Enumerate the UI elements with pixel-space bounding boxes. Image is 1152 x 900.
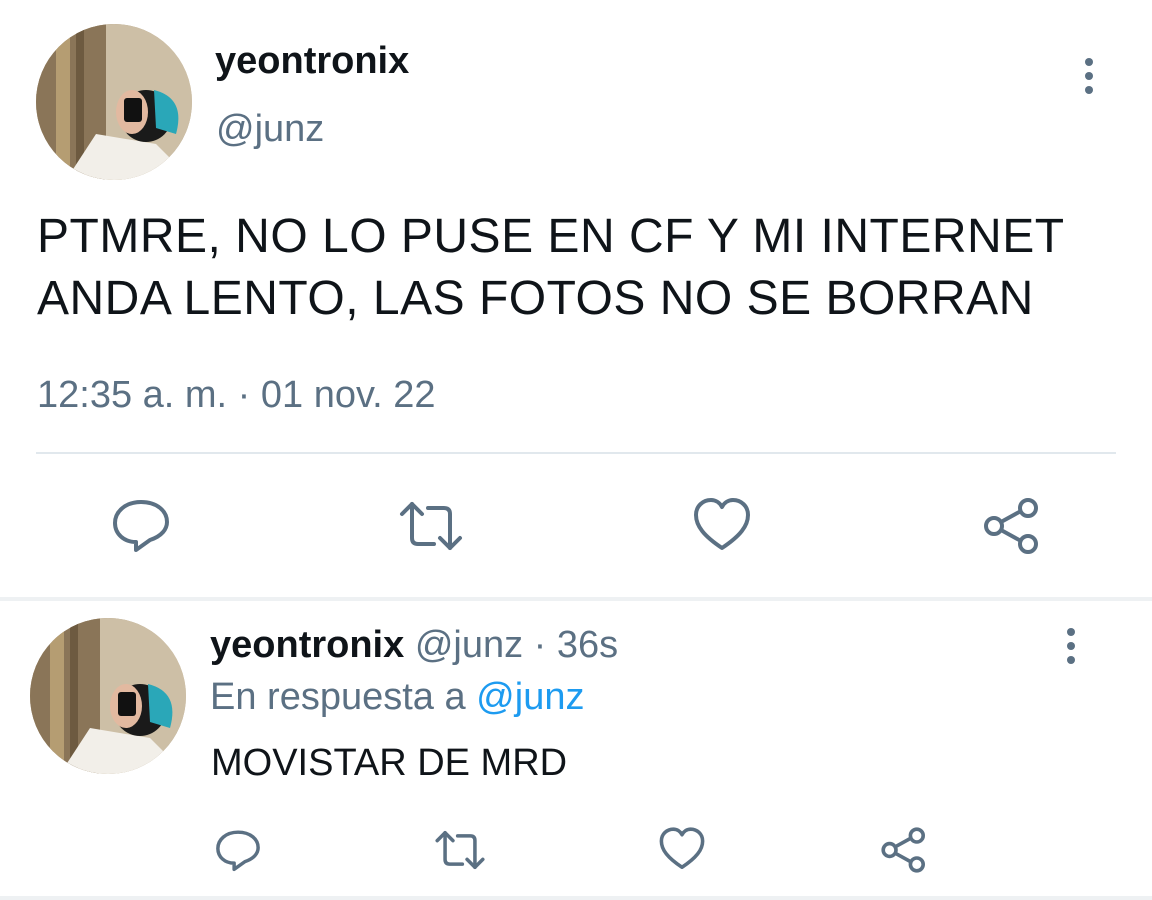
reply-heart-icon[interactable] — [658, 826, 706, 872]
tweet-text-line-1: PTMRE, NO LO PUSE EN CF Y MI INTERNET — [37, 210, 1065, 263]
retweet-icon[interactable] — [398, 498, 464, 554]
reply-display-name[interactable]: yeontronix — [210, 624, 404, 666]
more-options-icon[interactable] — [1084, 58, 1094, 94]
reply-user-handle[interactable]: @junz — [415, 624, 523, 666]
avatar-photo — [36, 24, 192, 180]
reply-context: En respuesta a @junz — [210, 676, 584, 719]
heart-icon[interactable] — [692, 496, 752, 554]
reply-reply-icon[interactable] — [214, 826, 262, 874]
reply-time[interactable]: · 36s — [534, 624, 618, 666]
tweet-timestamp[interactable]: 12:35 a. m. · 01 nov. 22 — [37, 374, 436, 417]
reply-more-options-icon[interactable] — [1066, 628, 1076, 664]
reply-icon[interactable] — [110, 494, 172, 556]
divider — [36, 452, 1116, 454]
section-divider — [0, 597, 1152, 601]
reply-header: yeontronix @junz · 36s — [210, 624, 618, 667]
share-icon[interactable] — [982, 496, 1042, 556]
avatar-photo — [30, 618, 186, 774]
tweet-text: PTMRE, NO LO PUSE EN CF Y MI INTERNET AN… — [37, 206, 1065, 330]
reply-avatar[interactable] — [30, 618, 186, 774]
reply-share-icon[interactable] — [880, 826, 928, 874]
bottom-divider — [0, 896, 1152, 900]
user-handle[interactable]: @junz — [216, 108, 324, 151]
tweet-text-line-2: ANDA LENTO, LAS FOTOS NO SE BORRAN — [37, 272, 1034, 325]
reply-text: MOVISTAR DE MRD — [211, 742, 568, 784]
reply-to-link[interactable]: @junz — [476, 676, 584, 718]
display-name[interactable]: yeontronix — [215, 40, 409, 83]
reply-context-label: En respuesta a — [210, 676, 466, 718]
avatar[interactable] — [36, 24, 192, 180]
reply-retweet-icon[interactable] — [434, 828, 486, 872]
